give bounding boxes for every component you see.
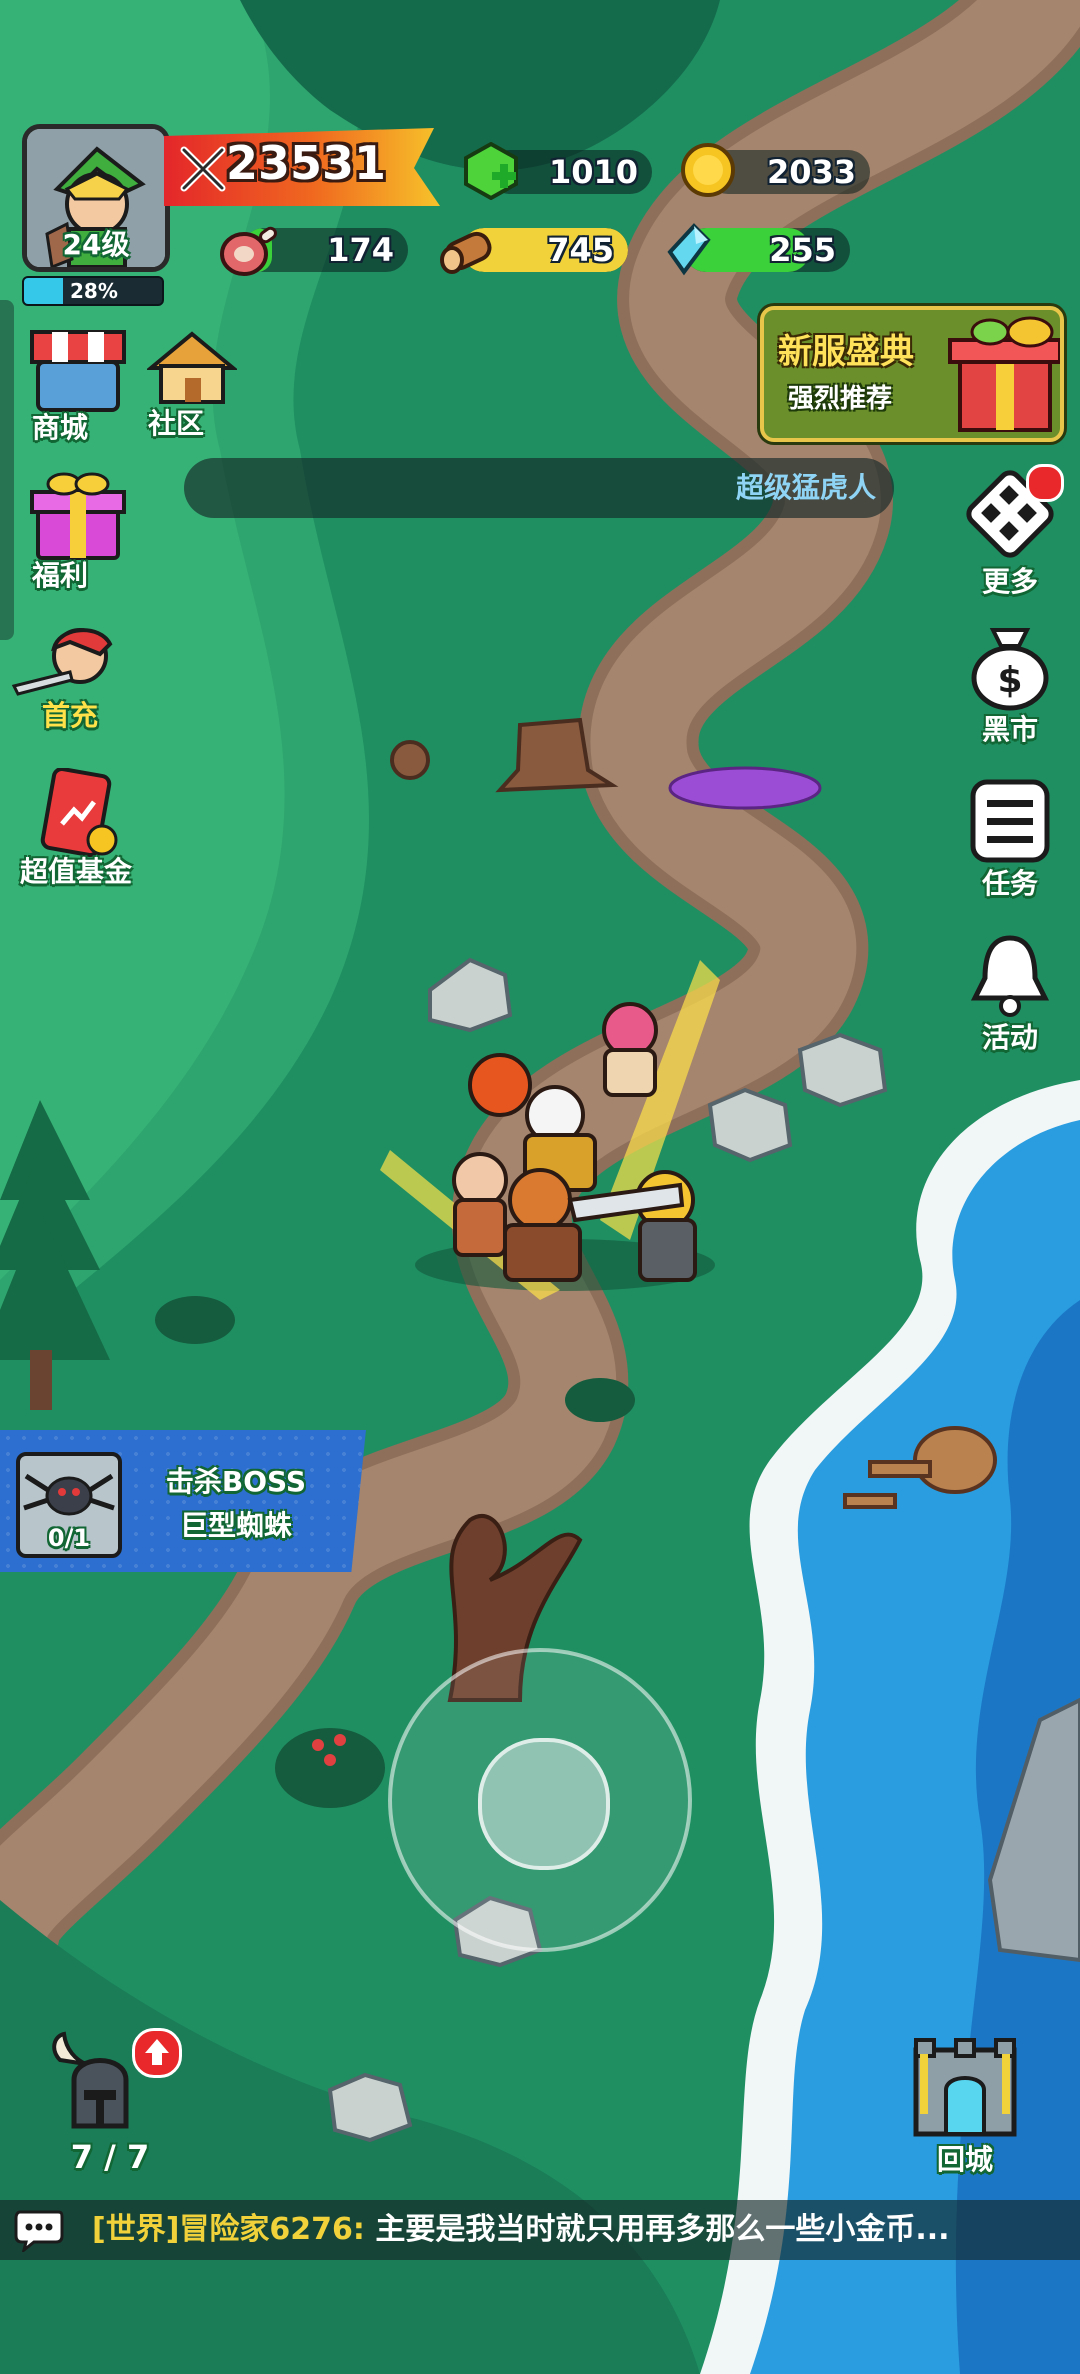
up-arrow-icon	[145, 2039, 169, 2065]
house-icon	[147, 331, 237, 404]
fund-button[interactable]: 超值基金	[16, 768, 136, 890]
quest-progress: 0/1	[47, 1524, 91, 1552]
chat-sender: 冒险家6276:	[179, 2212, 365, 2247]
crossed-swords-icon	[180, 146, 226, 192]
event-subtitle: 强烈推荐	[788, 384, 893, 414]
exp-percent: 28%	[70, 279, 118, 303]
gift-icon	[30, 472, 126, 560]
exp-bar: 28%	[22, 276, 164, 306]
black-market-label: 黑市	[981, 713, 1038, 746]
meat-value: 174	[327, 231, 394, 269]
wood-value: 745	[547, 231, 614, 269]
upgrade-arrow-badge	[132, 2028, 182, 2078]
more-label: 更多	[981, 565, 1038, 598]
notification-dot	[1026, 464, 1064, 502]
community-label: 社区	[147, 407, 204, 440]
chat-channel: [世界]	[92, 2212, 180, 2247]
tasks-label: 任务	[981, 867, 1038, 900]
spider-icon	[23, 1473, 115, 1516]
player-level: 24级	[62, 228, 130, 261]
return-city-label: 回城	[936, 2143, 993, 2176]
power-banner: 23531	[164, 128, 440, 208]
player-avatar[interactable]: 24级	[22, 124, 170, 272]
event-title: 新服盛典	[778, 332, 914, 372]
boss-portrait: 0/1	[16, 1452, 122, 1558]
fund-tablet-icon	[40, 768, 118, 857]
crystal-icon	[667, 223, 711, 276]
crystal-value: 255	[769, 231, 836, 269]
black-market-button[interactable]: $ 黑市	[950, 622, 1070, 748]
gift-box-icon	[948, 316, 1060, 432]
green-gem-icon	[464, 142, 518, 200]
gold-value: 2033	[766, 153, 856, 191]
gems-value: 1010	[548, 153, 638, 191]
team-count: 7 / 7	[70, 2138, 150, 2176]
shop-stall-icon	[30, 330, 126, 412]
welfare-button[interactable]: 福利	[18, 470, 138, 594]
new-server-event-banner[interactable]: 新服盛典 强烈推荐	[760, 306, 1064, 442]
first-charge-button[interactable]: 首充	[10, 620, 130, 734]
castle-gate-icon	[913, 2038, 1017, 2137]
quest-panel[interactable]: 0/1 击杀BOSS 巨型蜘蛛	[0, 1430, 366, 1572]
quest-line2: 巨型蜘蛛	[179, 1509, 292, 1542]
virtual-joystick[interactable]	[390, 1650, 690, 1950]
events-button[interactable]: 活动	[950, 930, 1070, 1056]
exp-bar-fill	[24, 278, 63, 304]
return-city-button[interactable]: 回城	[900, 2030, 1040, 2180]
marquee-text: 超级猛虎人	[735, 471, 876, 504]
events-label: 活动	[981, 1021, 1038, 1054]
power-value: 23531	[226, 136, 387, 190]
crystal-counter[interactable]: 255	[660, 223, 850, 276]
marquee-bar: 超级猛虎人	[184, 458, 894, 518]
gems-counter[interactable]: 1010	[462, 142, 652, 200]
chat-line: [世界]冒险家6276: 主要是我当时就只用再多那么一些小金币...	[92, 2200, 1072, 2260]
chat-message: 主要是我当时就只用再多那么一些小金币...	[375, 2212, 950, 2247]
bell-icon	[970, 935, 1050, 1017]
fund-label: 超值基金	[19, 855, 132, 888]
meat-counter[interactable]: 174	[218, 224, 408, 276]
money-bag-icon: $	[971, 628, 1049, 711]
task-list-icon	[970, 779, 1050, 863]
svg-text:$: $	[997, 660, 1022, 701]
gold-counter[interactable]: 2033	[680, 143, 870, 198]
team-helmet-button[interactable]: 7 / 7	[40, 2028, 190, 2180]
chat-bubble-icon[interactable]	[14, 2208, 64, 2254]
tasks-button[interactable]: 任务	[950, 776, 1070, 902]
first-charge-label: 首充	[41, 699, 98, 732]
meat-icon	[220, 226, 277, 276]
player-hud: 24级 28%	[22, 124, 172, 306]
hero-warrior-icon	[11, 628, 113, 696]
community-button[interactable]: 社区	[132, 330, 252, 442]
quest-line1: 击杀BOSS	[165, 1465, 307, 1498]
gold-coin-icon	[681, 143, 735, 197]
wood-counter[interactable]: 745	[438, 224, 628, 276]
chat-bar[interactable]: [世界]冒险家6276: 主要是我当时就只用再多那么一些小金币...	[0, 2200, 1080, 2260]
joystick-knob[interactable]	[478, 1738, 610, 1870]
wood-log-icon	[440, 231, 492, 274]
more-button[interactable]: 更多	[950, 464, 1070, 600]
